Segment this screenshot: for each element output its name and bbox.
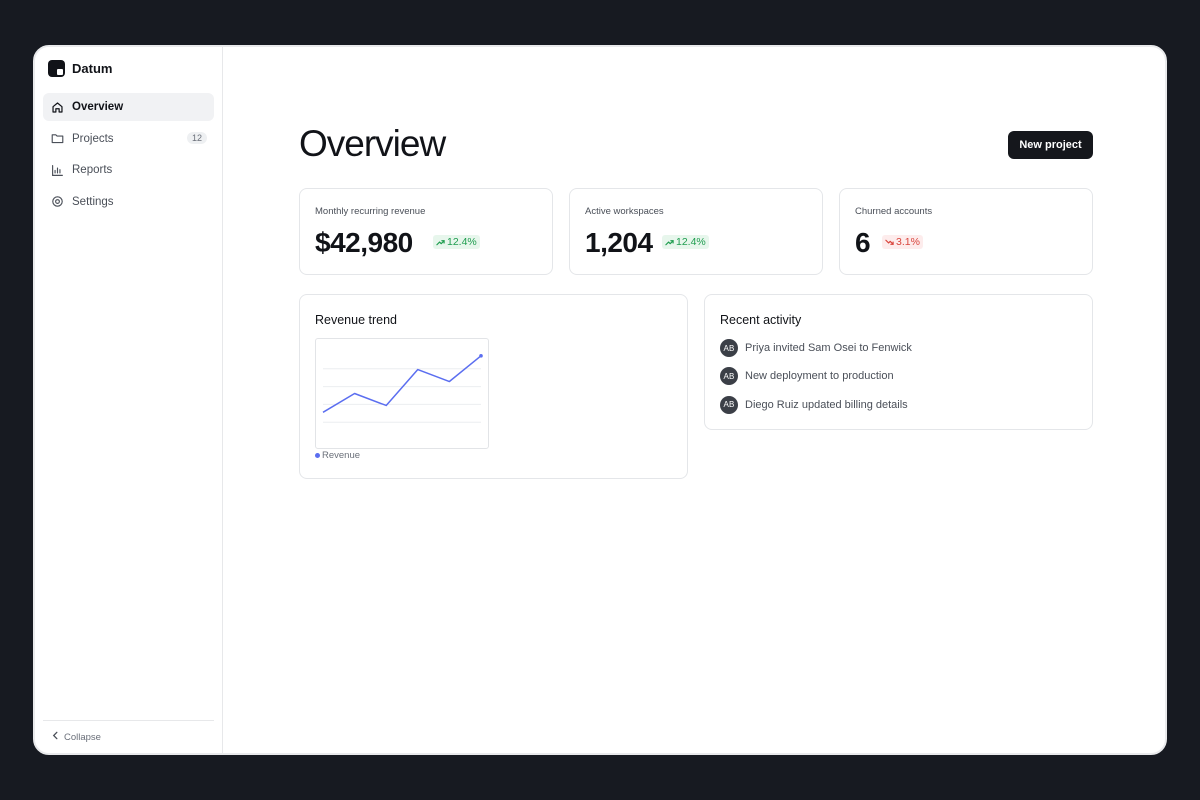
delta-value: 12.4%: [676, 236, 706, 248]
sidebar-item-label: Reports: [72, 164, 113, 176]
trending-up-icon: [665, 239, 674, 245]
legend-label: Revenue: [322, 450, 361, 461]
sidebar-item-label: Projects: [72, 132, 114, 145]
activity-text: New deployment to production: [745, 370, 894, 383]
stat-card-churn: Churned accounts 6 3.1%: [839, 188, 1093, 275]
revenue-series-line: [322, 355, 482, 413]
revenue-data-point: [479, 354, 483, 358]
chevron-left-icon: [51, 731, 60, 743]
delta-value: 12.4%: [447, 236, 477, 248]
panel-title: Revenue trend: [315, 313, 398, 327]
stat-label: Active workspaces: [585, 206, 664, 217]
app-window: Datum Overview Projects 12 Reports Setti…: [33, 45, 1167, 755]
sidebar: Datum Overview Projects 12 Reports Setti…: [35, 47, 223, 753]
projects-count-badge: 12: [186, 131, 207, 144]
stat-card-mrr: Monthly recurring revenue $42,980 12.4%: [299, 188, 553, 275]
trend-badge: 3.1%: [882, 235, 923, 249]
home-icon: [51, 101, 64, 114]
collapse-label: Collapse: [64, 731, 101, 743]
list-item[interactable]: AB New deployment to production: [720, 367, 912, 386]
stat-value: 1,204: [585, 227, 653, 258]
chart-legend: Revenue: [315, 450, 360, 461]
revenue-chart-svg: [322, 354, 483, 423]
stat-label: Churned accounts: [855, 206, 933, 217]
folder-icon: [51, 132, 64, 145]
trending-down-icon: [885, 239, 894, 245]
trend-badge: 12.4%: [662, 235, 709, 249]
sidebar-item-label: Settings: [72, 195, 114, 208]
sidebar-item-label: Overview: [72, 101, 124, 113]
sidebar-nav: Overview Projects 12 Reports Settings: [43, 93, 214, 219]
legend-swatch: [315, 453, 320, 458]
list-item[interactable]: AB Diego Ruiz updated billing details: [720, 395, 912, 414]
avatar: AB: [720, 339, 738, 357]
panel-title: Recent activity: [720, 313, 802, 327]
avatar: AB: [720, 395, 738, 414]
delta-value: 3.1%: [896, 236, 920, 248]
gear-icon: [51, 195, 64, 208]
list-item[interactable]: AB Priya invited Sam Osei to Fenwick: [720, 339, 912, 357]
avatar: AB: [720, 367, 738, 386]
activity-list: AB Priya invited Sam Osei to Fenwick AB …: [720, 339, 912, 424]
stat-value: 6: [855, 227, 871, 258]
brand[interactable]: Datum: [48, 60, 112, 77]
revenue-chart: [315, 338, 489, 449]
trend-badge: 12.4%: [433, 235, 480, 249]
bar-chart-icon: [51, 164, 64, 177]
sidebar-item-reports[interactable]: Reports: [43, 156, 214, 184]
sidebar-item-projects[interactable]: Projects 12: [43, 125, 214, 153]
recent-activity-card: Recent activity AB Priya invited Sam Ose…: [704, 294, 1093, 430]
sidebar-item-overview[interactable]: Overview: [43, 93, 214, 121]
stat-card-workspaces: Active workspaces 1,204 12.4%: [569, 188, 823, 275]
collapse-button[interactable]: Collapse: [43, 720, 214, 753]
sidebar-item-settings[interactable]: Settings: [43, 188, 214, 216]
stat-value: $42,980: [315, 227, 413, 258]
stat-label: Monthly recurring revenue: [315, 206, 426, 217]
activity-text: Priya invited Sam Osei to Fenwick: [745, 342, 912, 354]
main-content: Overview New project Monthly recurring r…: [223, 47, 1165, 753]
trending-up-icon: [436, 239, 445, 245]
page-title: Overview: [299, 123, 446, 164]
activity-text: Diego Ruiz updated billing details: [745, 398, 908, 411]
new-project-button[interactable]: New project: [1008, 131, 1093, 159]
revenue-trend-card: Revenue trend Revenue: [299, 294, 688, 479]
datum-logo: [48, 60, 65, 77]
app-name: Datum: [72, 61, 113, 76]
